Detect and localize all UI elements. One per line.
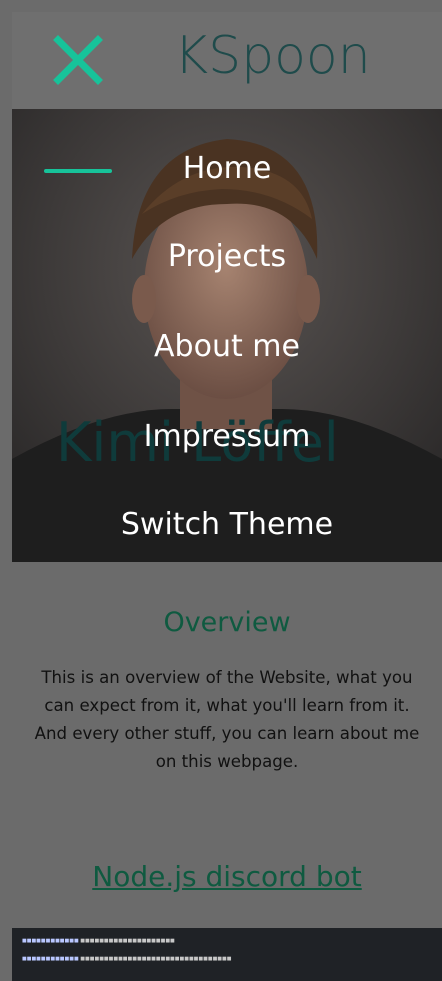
overview-section: Overview This is an overview of the Webs… [12,562,442,928]
chat-preview-line: ■■■■■■■■■■■■ ■■■■■■■■■■■■■■■■■■■■■■■■■■■… [22,956,232,962]
discord-preview-strip: ■■■■■■■■■■■■ ■■■■■■■■■■■■■■■■■■■■ ■■■■■■… [12,928,442,981]
overview-title: Overview [163,607,291,638]
menu-item-projects[interactable]: Projects [12,239,442,274]
chat-preview-line: ■■■■■■■■■■■■ ■■■■■■■■■■■■■■■■■■■■ [22,938,175,944]
page: KSpoon Kimi Löffel Home Projects About m… [0,0,442,981]
menu-item-about-me[interactable]: About me [12,329,442,364]
menu-item-home[interactable]: Home [12,151,442,186]
nav-menu-overlay: Home Projects About me Impressum Switch … [12,109,442,562]
project-link-discord-bot[interactable]: Node.js discord bot [12,860,442,893]
overview-text: This is an overview of the Website, what… [34,668,420,771]
menu-item-switch-theme[interactable]: Switch Theme [12,507,442,542]
menu-item-impressum[interactable]: Impressum [12,419,442,454]
hero-section: Kimi Löffel Home Projects About me Impre… [12,109,442,562]
close-icon[interactable] [52,34,104,86]
app-header: KSpoon [12,12,442,109]
brand-title[interactable]: KSpoon [174,26,371,86]
